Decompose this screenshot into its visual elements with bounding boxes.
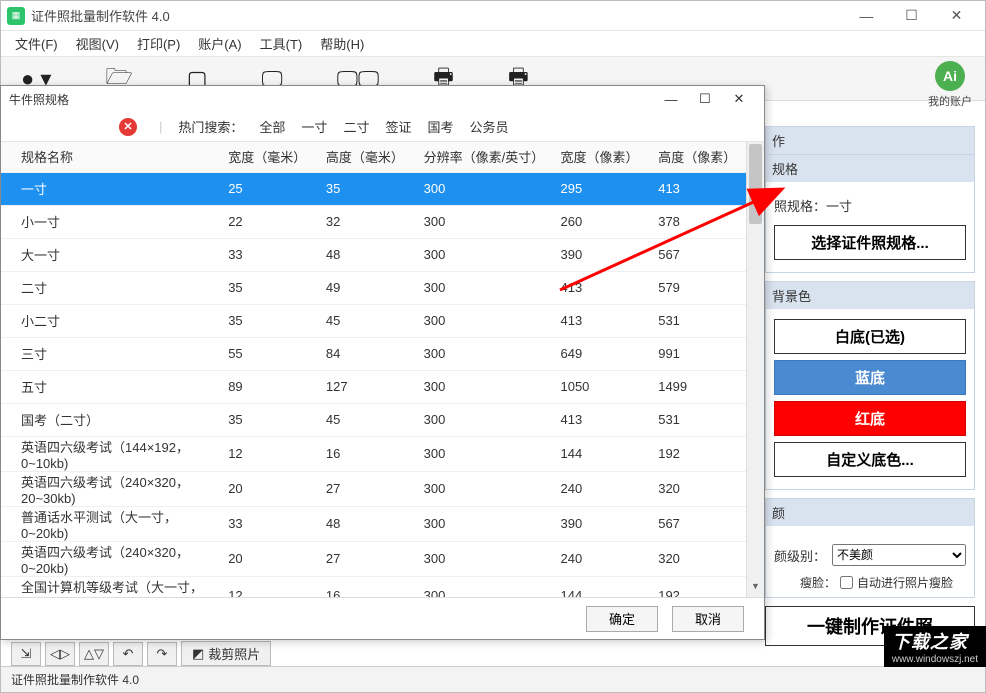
table-row[interactable]: 大一寸3348300390567: [1, 238, 746, 271]
maximize-button[interactable]: ☐: [889, 2, 934, 30]
table-row[interactable]: 三寸5584300649991: [1, 337, 746, 370]
select-spec-button[interactable]: 选择证件照规格...: [774, 225, 966, 260]
dialog-max-button[interactable]: ☐: [688, 91, 722, 107]
clear-search-icon[interactable]: ✕: [119, 118, 137, 136]
table-row[interactable]: 一寸2535300295413: [1, 172, 746, 205]
table-row[interactable]: 全国计算机等级考试（大一寸，144×192，25~200kb)121630014…: [1, 576, 746, 597]
ok-button[interactable]: 确定: [586, 606, 658, 632]
status-text: 证件照批量制作软件 4.0: [11, 671, 139, 688]
vertical-scrollbar[interactable]: ▲ ▼: [746, 142, 764, 597]
beauty-label: 颜级别：: [774, 546, 826, 565]
menu-bar: 文件(F) 视图(V) 打印(P) 账户(A) 工具(T) 帮助(H): [1, 31, 985, 57]
rp-header-bg: 背景色: [765, 281, 975, 309]
main-titlebar: ▦ 证件照批量制作软件 4.0 — ☐ ✕: [1, 1, 985, 31]
th-name[interactable]: 规格名称: [1, 142, 218, 172]
rp-header-op: 作: [765, 126, 975, 154]
table-row[interactable]: 英语四六级考试（240×320，20~30kb)2027300240320: [1, 471, 746, 506]
spec-table: 规格名称 宽度（毫米） 高度（毫米） 分辨率（像素/英寸） 宽度（像素） 高度（…: [1, 142, 746, 597]
minimize-button[interactable]: —: [844, 2, 889, 30]
ai-account[interactable]: Ai 我的账户: [925, 61, 975, 109]
app-icon: ▦: [7, 7, 25, 25]
zoom-fit-icon[interactable]: ⇲: [11, 642, 41, 666]
menu-help[interactable]: 帮助(H): [320, 34, 364, 53]
hot-gwy[interactable]: 公务员: [469, 117, 508, 136]
thin-checkbox[interactable]: [840, 576, 853, 589]
hot-visa[interactable]: 签证: [385, 117, 411, 136]
bg-blue-button[interactable]: 蓝底: [774, 360, 966, 395]
th-wmm[interactable]: 宽度（毫米）: [218, 142, 316, 172]
table-row[interactable]: 英语四六级考试（240×320，0~20kb)2027300240320: [1, 541, 746, 576]
bg-red-button[interactable]: 红底: [774, 401, 966, 436]
scroll-down-icon[interactable]: ▼: [747, 581, 764, 597]
spec-dialog: 牛件照规格 — ☐ ✕ ✕ | 热门搜索： 全部 一寸 二寸 签证 国考 公务员…: [0, 85, 765, 640]
hot-label: 热门搜索：: [178, 117, 243, 136]
bg-custom-button[interactable]: 自定义底色...: [774, 442, 966, 477]
close-button[interactable]: ✕: [934, 2, 979, 30]
app-title: 证件照批量制作软件 4.0: [31, 6, 844, 25]
table-row[interactable]: 国考（二寸）3545300413531: [1, 403, 746, 436]
dialog-min-button[interactable]: —: [654, 92, 688, 107]
table-row[interactable]: 小一寸2232300260378: [1, 205, 746, 238]
menu-view[interactable]: 视图(V): [76, 34, 119, 53]
table-row[interactable]: 五寸8912730010501499: [1, 370, 746, 403]
table-row[interactable]: 小二寸3545300413531: [1, 304, 746, 337]
th-dpi[interactable]: 分辨率（像素/英寸）: [414, 142, 551, 172]
thin-label: 瘦脸：: [800, 574, 836, 591]
dialog-close-button[interactable]: ✕: [722, 91, 756, 107]
rp-header-spec: 规格: [765, 154, 975, 182]
watermark: 下载之家 www.windowszj.net: [884, 626, 986, 667]
table-row[interactable]: 二寸3549300413579: [1, 271, 746, 304]
spec-line: 照规格：一寸: [774, 196, 966, 215]
th-hpx[interactable]: 高度（像素）: [648, 142, 746, 172]
table-row[interactable]: 英语四六级考试（144×192，0~10kb)1216300144192: [1, 436, 746, 471]
flip-v-icon[interactable]: △▽: [79, 642, 109, 666]
hot-guokao[interactable]: 国考: [427, 117, 453, 136]
scroll-thumb[interactable]: [749, 144, 762, 224]
hot-all[interactable]: 全部: [259, 117, 285, 136]
ai-label: 我的账户: [925, 93, 975, 109]
table-row[interactable]: 普通话水平测试（大一寸，0~20kb)3348300390567: [1, 506, 746, 541]
flip-h-icon[interactable]: ◁▷: [45, 642, 75, 666]
cancel-button[interactable]: 取消: [672, 606, 744, 632]
rotate-l-icon[interactable]: ↶: [113, 642, 143, 666]
th-wpx[interactable]: 宽度（像素）: [550, 142, 648, 172]
menu-file[interactable]: 文件(F): [15, 34, 58, 53]
thin-cb-label: 自动进行照片瘦脸: [857, 574, 953, 591]
hot-1in[interactable]: 一寸: [301, 117, 327, 136]
hot-2in[interactable]: 二寸: [343, 117, 369, 136]
beauty-select[interactable]: 不美颜: [832, 544, 966, 566]
status-bar: 证件照批量制作软件 4.0: [1, 666, 985, 692]
bg-white-button[interactable]: 白底(已选): [774, 319, 966, 354]
th-hmm[interactable]: 高度（毫米）: [316, 142, 414, 172]
menu-tools[interactable]: 工具(T): [260, 34, 303, 53]
dialog-title: 牛件照规格: [9, 91, 654, 108]
menu-account[interactable]: 账户(A): [198, 34, 241, 53]
crop-button[interactable]: ◩裁剪照片: [181, 641, 271, 666]
rotate-r-icon[interactable]: ↷: [147, 642, 177, 666]
ai-icon: Ai: [935, 61, 965, 91]
crop-icon: ◩: [192, 646, 204, 662]
menu-print[interactable]: 打印(P): [137, 34, 180, 53]
rp-header-beauty: 颜: [765, 498, 975, 526]
